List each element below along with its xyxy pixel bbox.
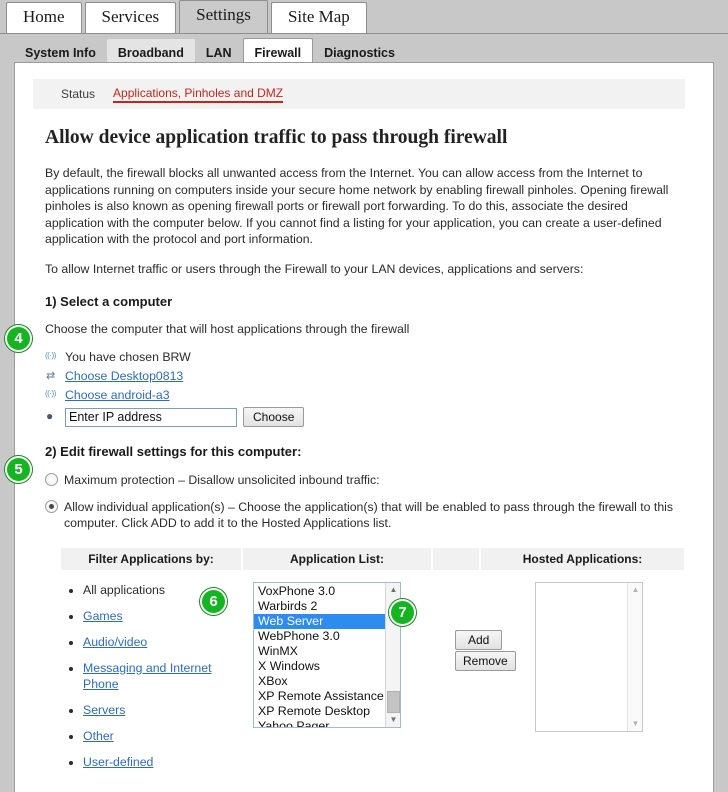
remove-button[interactable]: Remove <box>455 650 516 671</box>
application-listbox[interactable]: VoxPhone 3.0 Warbirds 2 Web Server WebPh… <box>253 581 401 728</box>
list-item[interactable]: WinMX <box>254 644 386 659</box>
computer-row-desktop0813[interactable]: Choose Desktop0813 <box>45 367 685 384</box>
list-item[interactable]: WebPhone 3.0 <box>254 629 386 644</box>
section-link-applications-pinholes-dmz[interactable]: Applications, Pinholes and DMZ <box>113 86 284 103</box>
tab-home[interactable]: Home <box>6 2 82 33</box>
step-badge-4: 4 <box>5 325 32 352</box>
header-application-list: Application List: <box>243 547 433 570</box>
applications-grid-body: All applications Games Audio/video Messa… <box>61 581 686 780</box>
list-item[interactable]: Warbirds 2 <box>254 599 386 614</box>
primary-tab-bar: Home Services Settings Site Map <box>0 0 728 33</box>
option-allow-individual[interactable]: Allow individual application(s) – Choose… <box>45 499 685 532</box>
list-item[interactable]: XP Remote Desktop <box>254 704 386 719</box>
filter-item-other[interactable]: Other <box>83 728 243 744</box>
scroll-down-arrow-icon[interactable]: ▼ <box>386 713 400 727</box>
filter-item-messaging-and-internet-phone[interactable]: Messaging and Internet Phone <box>83 660 243 692</box>
content-panel: Status Applications, Pinholes and DMZ Al… <box>14 62 714 792</box>
step-2-heading: 2) Edit firewall settings for this compu… <box>45 444 302 459</box>
header-spacer <box>433 547 481 570</box>
filter-link-games[interactable]: Games <box>83 609 123 623</box>
choose-android-a3-link[interactable]: Choose android-a3 <box>65 388 170 402</box>
radio-maximum-protection[interactable] <box>45 473 58 486</box>
step-1-heading: 1) Select a computer <box>45 294 173 309</box>
tab-services[interactable]: Services <box>84 2 177 33</box>
list-item[interactable]: XBox <box>254 674 386 689</box>
filter-item-user-defined[interactable]: User-defined <box>83 754 243 770</box>
router-admin-page: Home Services Settings Site Map System I… <box>0 0 728 792</box>
filter-link-messaging-and-internet-phone[interactable]: Messaging and Internet Phone <box>83 661 212 691</box>
scrollbar-thumb[interactable] <box>387 690 400 713</box>
scroll-up-arrow-icon[interactable]: ▲ <box>628 583 642 597</box>
filter-link-servers[interactable]: Servers <box>83 703 125 717</box>
step-badge-7: 7 <box>389 599 416 626</box>
section-link-status[interactable]: Status <box>61 87 95 101</box>
computer-row-chosen: You have chosen BRW <box>45 348 685 365</box>
list-item[interactable]: VoxPhone 3.0 <box>254 584 386 599</box>
hosted-applications-listbox[interactable]: ▲ ▼ <box>535 581 643 732</box>
ip-address-input[interactable] <box>65 407 237 427</box>
tab-settings[interactable]: Settings <box>179 0 268 33</box>
step-badge-5: 5 <box>5 456 32 483</box>
hosted-applications-wrapper: ▲ ▼ <box>529 581 643 780</box>
applications-grid-header: Filter Applications by: Application List… <box>61 547 686 570</box>
list-item-selected[interactable]: Web Server <box>254 613 400 629</box>
filter-item-servers[interactable]: Servers <box>83 702 243 718</box>
filter-link-audio-video[interactable]: Audio/video <box>83 635 147 649</box>
option-maximum-protection[interactable]: Maximum protection – Disallow unsolicite… <box>45 472 685 489</box>
transfer-buttons-column: Add Remove <box>433 582 529 780</box>
step-1-instruction: Choose the computer that will host appli… <box>45 322 410 336</box>
content-inner: Status Applications, Pinholes and DMZ Al… <box>33 79 686 780</box>
wifi-signal-icon <box>45 388 61 402</box>
header-filter-applications: Filter Applications by: <box>61 547 243 570</box>
page-title: Allow device application traffic to pass… <box>45 127 508 148</box>
list-item[interactable]: X Windows <box>254 659 386 674</box>
wifi-signal-icon <box>45 350 61 364</box>
hosted-list-scrollbar[interactable]: ▲ ▼ <box>627 582 642 731</box>
chosen-computer-label: You have chosen BRW <box>65 349 191 364</box>
computer-row-android-a3[interactable]: Choose android-a3 <box>45 386 685 403</box>
choose-ip-button[interactable]: Choose <box>243 407 305 427</box>
radio-allow-individual[interactable] <box>45 499 58 513</box>
firewall-section-bar: Status Applications, Pinholes and DMZ <box>33 79 685 109</box>
filter-label-all-applications: All applications <box>83 582 166 597</box>
filter-link-user-defined[interactable]: User-defined <box>83 755 153 769</box>
intro-paragraph-2: To allow Internet traffic or users throu… <box>45 261 584 276</box>
header-hosted-applications: Hosted Applications: <box>481 547 686 570</box>
step-badge-6: 6 <box>200 588 227 615</box>
ip-entry-row: Choose <box>45 407 685 427</box>
filter-link-other[interactable]: Other <box>83 729 114 743</box>
add-button[interactable]: Add <box>455 629 503 650</box>
globe-icon <box>45 409 61 424</box>
option-maximum-protection-label: Maximum protection – Disallow unsolicite… <box>64 473 380 487</box>
application-listbox-items: VoxPhone 3.0 Warbirds 2 Web Server WebPh… <box>254 583 400 727</box>
scroll-down-arrow-icon[interactable]: ▼ <box>628 717 642 731</box>
option-allow-individual-label: Allow individual application(s) – Choose… <box>64 499 674 531</box>
scroll-up-arrow-icon[interactable]: ▲ <box>386 583 400 597</box>
filter-item-audio-video[interactable]: Audio/video <box>83 634 243 650</box>
choose-desktop0813-link[interactable]: Choose Desktop0813 <box>65 369 183 383</box>
tab-site-map[interactable]: Site Map <box>270 2 367 33</box>
intro-paragraph-1: By default, the firewall blocks all unwa… <box>45 166 669 246</box>
wired-network-icon <box>45 369 61 383</box>
list-item[interactable]: XP Remote Assistance <box>254 689 386 704</box>
list-item[interactable]: Yahoo Pager <box>254 719 386 727</box>
